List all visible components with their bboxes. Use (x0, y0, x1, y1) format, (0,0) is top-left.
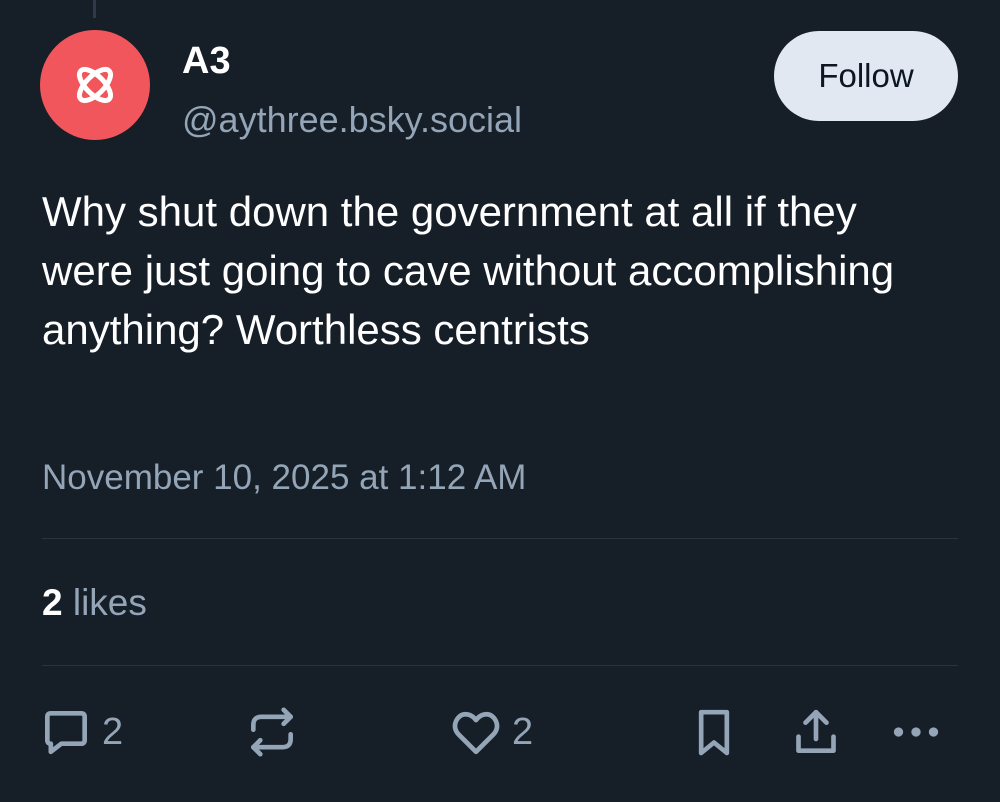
author-display-name[interactable]: A3 (182, 42, 231, 80)
post-timestamp: November 10, 2025 at 1:12 AM (42, 458, 527, 497)
likes-summary[interactable]: 2 likes (42, 584, 147, 621)
follow-button[interactable]: Follow (774, 31, 958, 121)
repost-arrows-icon (251, 707, 293, 757)
divider (42, 538, 958, 539)
share-button[interactable] (788, 700, 844, 764)
like-count: 2 (512, 711, 534, 753)
reply-button[interactable]: 2 (38, 700, 123, 764)
likes-count: 2 (42, 582, 63, 623)
heart-icon (452, 711, 500, 755)
more-options-button[interactable] (888, 700, 944, 764)
bookmark-button[interactable] (686, 700, 742, 764)
repost-button[interactable] (244, 700, 300, 764)
speech-bubble-icon (45, 711, 87, 755)
avatar[interactable] (40, 30, 150, 140)
bookmark-icon (698, 709, 730, 756)
divider (42, 665, 958, 666)
share-upload-icon (796, 709, 836, 753)
like-button[interactable]: 2 (448, 700, 533, 764)
post-text: Why shut down the government at all if t… (42, 188, 895, 353)
reply-count: 2 (102, 711, 124, 753)
author-handle[interactable]: @aythree.bsky.social (182, 102, 522, 138)
ellipsis-icon (893, 727, 939, 737)
likes-label: likes (72, 582, 147, 623)
atom-logo-icon (76, 66, 114, 104)
thread-connector-line (93, 0, 96, 18)
